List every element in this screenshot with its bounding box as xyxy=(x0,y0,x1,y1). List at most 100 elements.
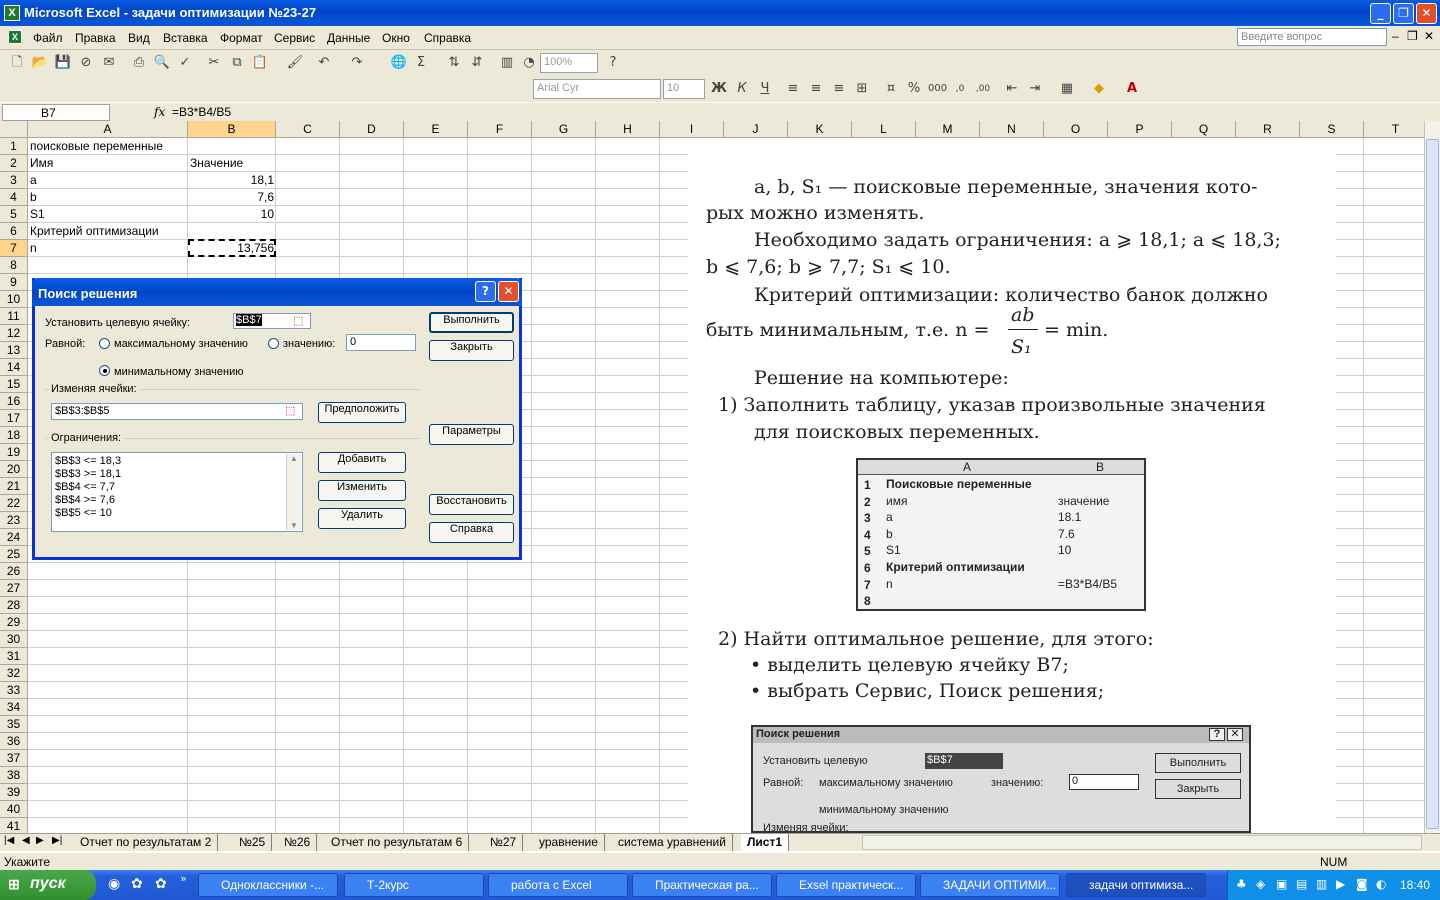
row-header-18[interactable]: 18 xyxy=(0,427,28,444)
permission-icon[interactable]: ⊘ xyxy=(77,54,95,72)
spelling-icon[interactable]: ✓ xyxy=(176,54,194,72)
formula-input[interactable]: =B3*B4/B5 xyxy=(172,105,231,119)
scroll-down-icon[interactable]: ▼ xyxy=(287,521,301,530)
column-header-i[interactable]: I xyxy=(660,121,724,138)
ask-question-input[interactable]: Введите вопрос xyxy=(1237,28,1387,46)
row-header-31[interactable]: 31 xyxy=(0,648,28,665)
menu-format[interactable]: Формат xyxy=(220,31,263,45)
tray-icon[interactable]: ▤ xyxy=(1296,877,1307,891)
constraint-item[interactable]: $B$4 >= 7,6 xyxy=(55,494,299,507)
row-header-4[interactable]: 4 xyxy=(0,189,28,206)
currency-icon[interactable]: ¤ xyxy=(882,80,900,98)
row-header-2[interactable]: 2 xyxy=(0,155,28,172)
font-select[interactable]: Arial Cyr xyxy=(533,79,661,99)
constraint-item[interactable]: $B$4 <= 7,7 xyxy=(55,481,299,494)
cell-a5[interactable]: S1 xyxy=(28,206,47,223)
sheet-tab[interactable]: Отчет по результатам 2 xyxy=(74,834,219,851)
row-header-23[interactable]: 23 xyxy=(0,512,28,529)
decrease-indent-icon[interactable]: ⇤ xyxy=(1003,80,1021,98)
percent-icon[interactable]: % xyxy=(905,80,923,98)
column-header-r[interactable]: R xyxy=(1236,121,1300,138)
copy-icon[interactable]: ⧉ xyxy=(228,54,246,72)
embedded-textbook-image[interactable]: a, b, S₁ — поисковые переменные, значени… xyxy=(688,138,1336,833)
taskbar-item[interactable]: работа с Excel xyxy=(488,873,628,897)
sheet-tab[interactable]: система уравнений xyxy=(612,834,733,851)
row-header-22[interactable]: 22 xyxy=(0,495,28,512)
column-header-f[interactable]: F xyxy=(468,121,532,138)
row-header-20[interactable]: 20 xyxy=(0,461,28,478)
row-header-14[interactable]: 14 xyxy=(0,359,28,376)
autosum-icon[interactable]: Σ xyxy=(412,54,430,72)
row-header-5[interactable]: 5 xyxy=(0,206,28,223)
row-header-3[interactable]: 3 xyxy=(0,172,28,189)
row-header-13[interactable]: 13 xyxy=(0,342,28,359)
row-header-35[interactable]: 35 xyxy=(0,716,28,733)
row-header-30[interactable]: 30 xyxy=(0,631,28,648)
taskbar-item[interactable]: Практическая ра... xyxy=(632,873,772,897)
sheet-tab[interactable]: №27 xyxy=(484,834,524,851)
options-button[interactable]: Параметры xyxy=(429,424,514,445)
row-header-36[interactable]: 36 xyxy=(0,733,28,750)
cut-icon[interactable]: ✂ xyxy=(205,54,223,72)
menu-window[interactable]: Окно xyxy=(382,31,410,45)
target-collapse-icon[interactable]: ⬚ xyxy=(293,314,303,327)
constraint-item[interactable]: $B$5 <= 10 xyxy=(55,507,299,520)
tab-first-icon[interactable]: |◀ xyxy=(4,835,14,846)
save-icon[interactable]: 💾 xyxy=(54,54,72,72)
paste-icon[interactable]: 📋 xyxy=(251,54,269,72)
column-header-g[interactable]: G xyxy=(532,121,596,138)
insert-function-icon[interactable]: fx xyxy=(154,105,165,119)
workbook-close-icon[interactable]: ✕ xyxy=(1424,29,1434,43)
taskbar-item[interactable]: Одноклассники -... xyxy=(198,873,338,897)
cell-a1[interactable]: поисковые переменные xyxy=(28,138,165,155)
cell-a6[interactable]: Критерий оптимизации xyxy=(28,223,161,240)
cell-b2[interactable]: Значение xyxy=(188,155,276,172)
taskbar-item[interactable]: Т-2курс xyxy=(344,873,484,897)
bold-icon[interactable]: Ж xyxy=(710,80,728,98)
row-header-6[interactable]: 6 xyxy=(0,223,28,240)
taskbar-item[interactable]: ЗАДАЧИ ОПТИМИ... xyxy=(920,873,1060,897)
row-header-40[interactable]: 40 xyxy=(0,801,28,818)
menu-help[interactable]: Справка xyxy=(424,31,471,45)
column-header-h[interactable]: H xyxy=(596,121,660,138)
sheet-tab-active[interactable]: Лист1 xyxy=(741,834,790,851)
column-header-a[interactable]: A xyxy=(28,121,188,138)
chrome-quicklaunch-icon[interactable]: ◉ xyxy=(108,876,120,892)
quicklaunch-more-icon[interactable]: » xyxy=(180,872,187,885)
constraint-item[interactable]: $B$3 >= 18,1 xyxy=(55,468,299,481)
row-header-17[interactable]: 17 xyxy=(0,410,28,427)
workbook-icon[interactable]: X xyxy=(8,30,22,44)
sort-asc-icon[interactable]: ⇅ xyxy=(445,54,463,72)
workbook-minimize-icon[interactable]: – xyxy=(1392,29,1399,43)
row-header-10[interactable]: 10 xyxy=(0,291,28,308)
row-header-34[interactable]: 34 xyxy=(0,699,28,716)
tray-icon[interactable]: ◙ xyxy=(1356,877,1368,891)
row-header-32[interactable]: 32 xyxy=(0,665,28,682)
zoom-select[interactable]: 100% xyxy=(540,53,598,73)
help-button[interactable]: Справка xyxy=(429,522,514,543)
horizontal-scrollbar[interactable] xyxy=(862,835,1422,850)
max-radio-label[interactable]: максимальному значению xyxy=(114,338,248,350)
quicklaunch-icon[interactable]: ✿ xyxy=(131,876,143,892)
increase-indent-icon[interactable]: ⇥ xyxy=(1026,80,1044,98)
row-header-29[interactable]: 29 xyxy=(0,614,28,631)
row-header-27[interactable]: 27 xyxy=(0,580,28,597)
align-left-icon[interactable]: ≡ xyxy=(784,80,802,98)
quicklaunch-icon[interactable]: ✿ xyxy=(155,876,167,892)
fill-color-icon[interactable]: ◆ xyxy=(1090,80,1108,98)
row-header-37[interactable]: 37 xyxy=(0,750,28,767)
format-painter-icon[interactable]: 🖌 xyxy=(286,54,304,72)
column-header-l[interactable]: L xyxy=(852,121,916,138)
menu-view[interactable]: Вид xyxy=(128,31,150,45)
sort-desc-icon[interactable]: ⇵ xyxy=(468,54,486,72)
chart-wizard-icon[interactable]: ▥ xyxy=(498,54,516,72)
value-of-input[interactable]: 0 xyxy=(346,334,416,351)
changing-collapse-icon[interactable]: ⬚ xyxy=(285,404,295,417)
align-center-icon[interactable]: ≡ xyxy=(807,80,825,98)
cell-b5[interactable]: 10 xyxy=(188,206,276,223)
select-all-corner[interactable] xyxy=(0,121,28,138)
column-header-k[interactable]: K xyxy=(788,121,852,138)
minimize-button[interactable]: _ xyxy=(1370,3,1391,24)
constraints-scrollbar[interactable]: ▲ ▼ xyxy=(286,454,301,530)
tray-icon[interactable]: ▥ xyxy=(1316,877,1327,891)
